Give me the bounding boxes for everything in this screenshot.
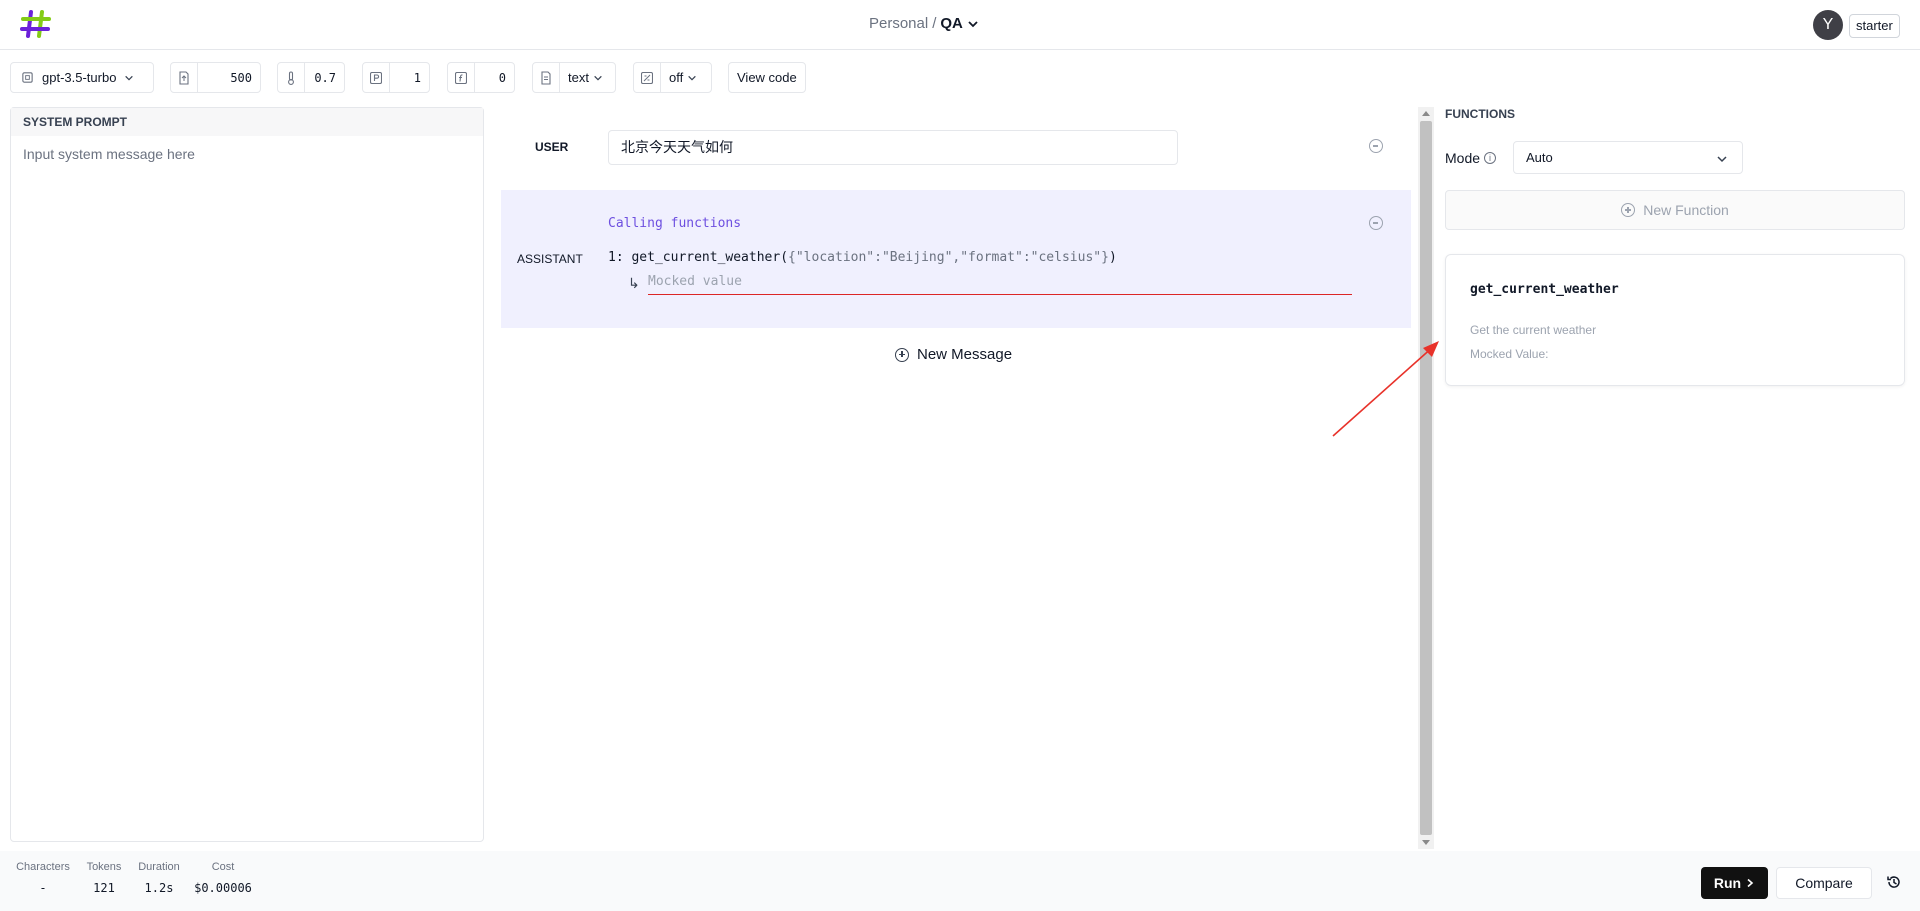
stat-duration-value: 1.2s (144, 881, 174, 895)
assistant-role-label[interactable]: ASSISTANT (517, 252, 583, 266)
call-close-paren: ) (1108, 250, 1117, 265)
function-call-line: 1: get_current_weather({"location":"Beij… (608, 250, 1117, 265)
mocked-value-input[interactable]: Mocked value (648, 274, 1352, 295)
function-card[interactable]: get_current_weather Get the current weat… (1445, 254, 1905, 386)
model-select[interactable]: gpt-3.5-turbo (10, 62, 154, 93)
stat-characters: Characters - (16, 861, 70, 895)
json-mode-select[interactable]: off (633, 62, 712, 93)
view-code-button[interactable]: View code (728, 62, 806, 93)
system-prompt-panel: SYSTEM PROMPT Input system message here (10, 107, 484, 842)
stat-duration: Duration 1.2s (136, 861, 182, 895)
new-message-button[interactable]: New Message (895, 346, 1012, 363)
stat-duration-label: Duration (138, 861, 180, 873)
top-header: Personal / QA Y starter (0, 0, 1920, 50)
annotation-arrow-icon (1332, 341, 1439, 437)
p-box-icon (363, 63, 390, 92)
scroll-down-icon[interactable] (1422, 840, 1430, 845)
new-function-button[interactable]: New Function (1445, 190, 1905, 230)
chevron-down-icon (1717, 156, 1727, 163)
chevron-right-icon (1747, 878, 1754, 888)
stat-tokens-label: Tokens (86, 861, 122, 873)
function-box-icon (448, 63, 475, 92)
remove-assistant-message-icon[interactable] (1369, 216, 1383, 230)
mode-label: Mode i (1445, 150, 1497, 166)
mode-label-text: Mode (1445, 150, 1481, 166)
chevron-down-icon (125, 75, 134, 81)
temperature-field[interactable]: 0.7 (277, 62, 345, 93)
messages-scrollbar[interactable] (1418, 107, 1434, 849)
max-tokens-field[interactable]: 500 (170, 62, 261, 93)
functions-title: FUNCTIONS (1445, 107, 1515, 121)
mode-select[interactable]: Auto (1513, 141, 1743, 174)
temperature-value[interactable]: 0.7 (305, 71, 344, 85)
stat-characters-value: - (39, 881, 47, 895)
run-label: Run (1713, 875, 1742, 891)
frequency-penalty-field[interactable]: 0 (447, 62, 515, 93)
call-open-paren: ( (780, 250, 789, 265)
hash-logo-icon[interactable] (20, 8, 52, 40)
function-description: Get the current weather (1470, 323, 1597, 337)
stat-tokens: Tokens 121 (84, 861, 124, 895)
model-value: gpt-3.5-turbo (42, 70, 117, 85)
chevron-down-icon (594, 75, 602, 81)
new-function-label: New Function (1643, 202, 1729, 218)
avatar-initial: Y (1822, 16, 1834, 33)
run-button[interactable]: Run (1701, 867, 1768, 899)
top-p-field[interactable]: 1 (362, 62, 430, 93)
max-tokens-value[interactable]: 500 (198, 71, 260, 85)
new-message-label: New Message (917, 346, 1013, 363)
stat-cost-value: $0.00006 (194, 881, 252, 895)
document-icon (171, 63, 198, 92)
system-prompt-title: SYSTEM PROMPT (11, 108, 483, 136)
function-mocked-label: Mocked Value: (1470, 347, 1549, 361)
plus-circle-icon (895, 347, 909, 362)
scroll-up-icon[interactable] (1422, 111, 1430, 116)
calling-functions-label: Calling functions (608, 216, 742, 231)
toggle-box-icon (634, 63, 661, 92)
user-message-input[interactable]: 北京今天天气如何 (608, 130, 1178, 165)
thermometer-icon (278, 63, 305, 92)
call-arguments: {"location":"Beijing","format":"celsius"… (788, 250, 1109, 265)
stat-tokens-value: 121 (93, 881, 115, 895)
plan-badge[interactable]: starter (1849, 14, 1900, 38)
stat-cost: Cost $0.00006 (194, 861, 252, 895)
response-format-value: text (568, 70, 589, 85)
breadcrumb-workspace[interactable]: Personal (869, 15, 928, 32)
remove-user-message-icon[interactable] (1369, 139, 1383, 153)
history-icon[interactable] (1886, 874, 1902, 890)
info-icon[interactable]: i (1484, 152, 1497, 164)
format-icon (533, 63, 560, 92)
chevron-down-icon (688, 75, 696, 81)
mode-value: Auto (1526, 150, 1553, 165)
return-arrow-icon: ↳ (628, 275, 640, 291)
plus-circle-icon (1621, 203, 1636, 217)
breadcrumb-project[interactable]: QA (940, 15, 963, 32)
call-index: 1: (608, 250, 624, 265)
breadcrumb-separator: / (932, 15, 937, 32)
compare-button[interactable]: Compare (1776, 867, 1872, 899)
avatar[interactable]: Y (1813, 10, 1843, 40)
system-prompt-input[interactable]: Input system message here (11, 136, 483, 172)
function-name: get_current_weather (1470, 282, 1619, 297)
call-name: get_current_weather (631, 250, 781, 265)
top-p-value[interactable]: 1 (390, 71, 429, 85)
stat-cost-label: Cost (211, 861, 235, 873)
chevron-down-icon[interactable] (967, 18, 979, 30)
scroll-thumb[interactable] (1420, 121, 1432, 835)
chip-icon (22, 72, 33, 83)
stat-characters-label: Characters (16, 861, 70, 873)
footer-bar: Characters - Tokens 121 Duration 1.2s Co… (0, 851, 1920, 911)
json-mode-value: off (669, 70, 684, 85)
response-format-select[interactable]: text (532, 62, 616, 93)
breadcrumb: Personal / QA (869, 15, 979, 32)
user-role-label[interactable]: USER (535, 140, 568, 154)
frequency-penalty-value[interactable]: 0 (475, 71, 514, 85)
